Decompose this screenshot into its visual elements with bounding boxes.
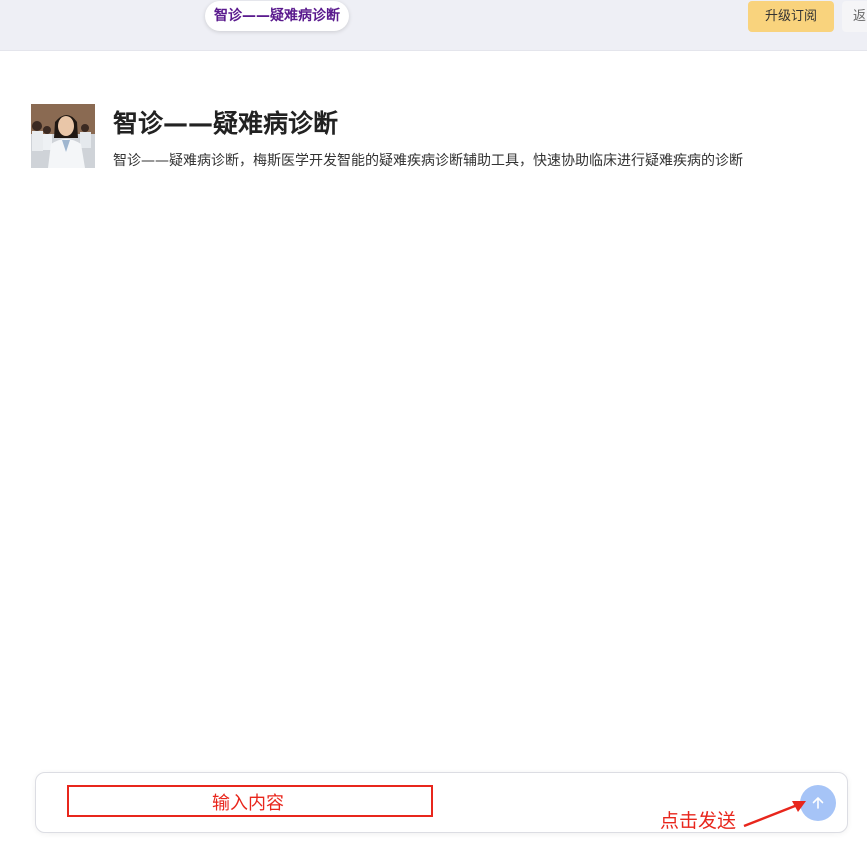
upgrade-subscription-button[interactable]: 升级订阅: [748, 1, 834, 32]
top-bar: 智诊——疑难病诊断 升级订阅 返: [0, 0, 867, 51]
arrow-up-icon: [812, 797, 824, 809]
agent-avatar: [31, 104, 95, 168]
back-button[interactable]: 返: [842, 1, 867, 32]
app-title: 智诊——疑难病诊断: [205, 1, 349, 31]
send-annotation-label: 点击发送: [660, 810, 737, 832]
doctor-portrait-image: [31, 104, 95, 168]
annotation-arrow-icon: [743, 801, 806, 828]
agent-description: 智诊——疑难病诊断，梅斯医学开发智能的疑难疾病诊断辅助工具，快速协助临床进行疑难…: [113, 153, 743, 169]
agent-name: 智诊——疑难病诊断: [113, 109, 339, 138]
input-annotation-label: 输入内容: [212, 793, 284, 814]
